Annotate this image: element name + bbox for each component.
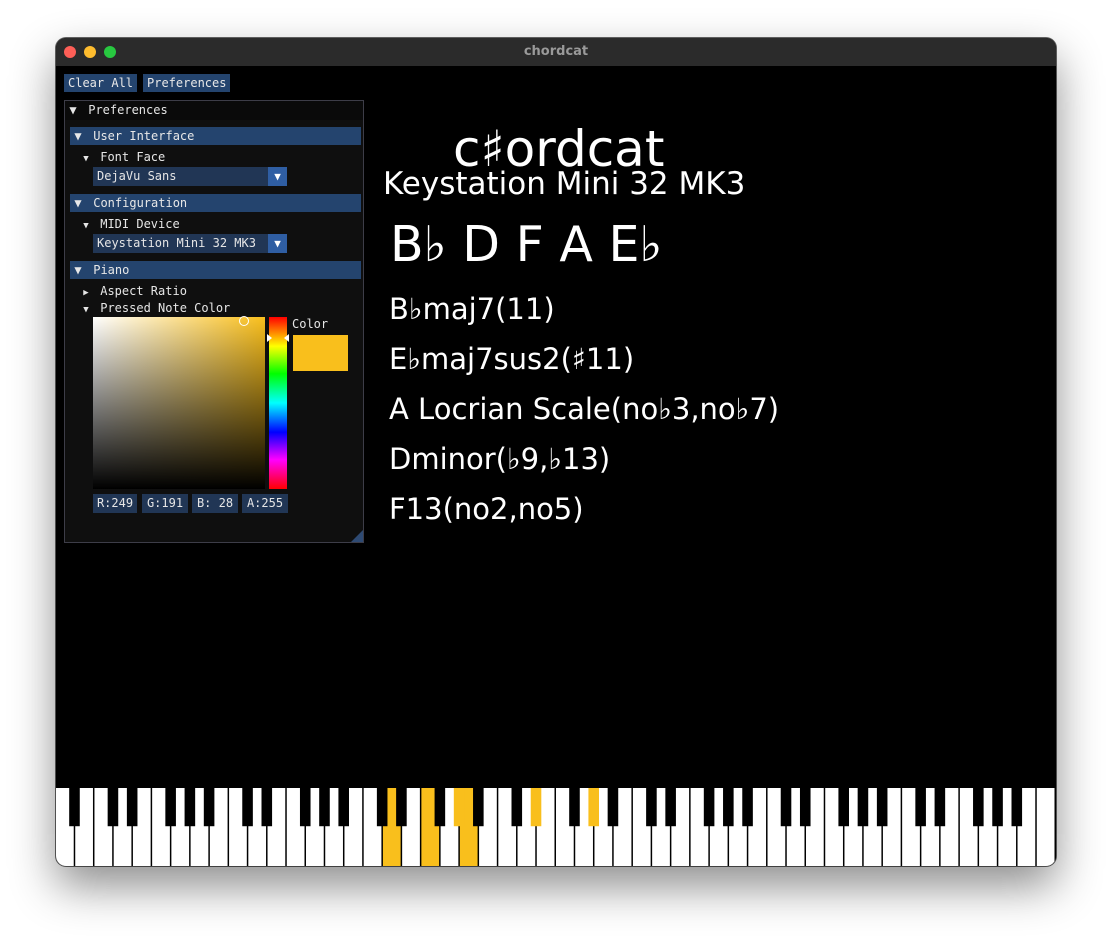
midi-device-name: Keystation Mini 32 MK3 <box>383 166 746 202</box>
red-channel-input[interactable]: R:249 <box>93 494 137 513</box>
app-window: chordcat Clear All Preferences ▼ Prefere… <box>56 38 1056 866</box>
black-key[interactable] <box>723 788 734 827</box>
black-key[interactable] <box>1011 788 1023 827</box>
configuration-header[interactable]: ▼ Configuration <box>70 194 361 212</box>
preferences-panel: ▼ Preferences ▼ User Interface ▼ Font Fa… <box>64 100 364 543</box>
collapse-arrow-icon: ▼ <box>74 129 82 143</box>
white-key[interactable] <box>1036 788 1055 866</box>
collapse-arrow-icon: ▼ <box>83 221 89 231</box>
black-key[interactable] <box>588 788 599 827</box>
midi-device-label: MIDI Device <box>100 217 180 231</box>
collapse-arrow-icon: ▼ <box>74 196 82 210</box>
font-face-label: Font Face <box>100 150 166 164</box>
black-key[interactable] <box>799 788 811 827</box>
black-key[interactable] <box>646 788 657 827</box>
black-key[interactable] <box>780 788 792 827</box>
chord-name: F13(no2,no5) <box>389 492 584 526</box>
black-key[interactable] <box>703 788 715 827</box>
resize-grip-icon[interactable] <box>351 530 363 542</box>
chord-name: B♭maj7(11) <box>389 292 555 326</box>
black-key[interactable] <box>665 788 676 827</box>
main-content: Clear All Preferences ▼ Preferences ▼ Us… <box>56 66 1056 866</box>
color-label: Color <box>292 317 329 331</box>
black-key[interactable] <box>319 788 330 827</box>
font-face-select[interactable]: DejaVu Sans ▼ <box>93 167 287 186</box>
black-key[interactable] <box>242 788 253 827</box>
chord-name: A Locrian Scale(no♭3,no♭7) <box>389 392 780 426</box>
hue-marker-icon <box>284 334 289 342</box>
hue-slider[interactable] <box>269 317 287 489</box>
collapse-arrow-icon: ▼ <box>83 305 89 315</box>
black-key[interactable] <box>338 788 349 827</box>
black-key[interactable] <box>453 788 465 827</box>
black-key[interactable] <box>434 788 446 827</box>
chord-name: Dminor(♭9,♭13) <box>389 442 611 476</box>
piano-keyboard[interactable] <box>56 788 1056 866</box>
color-swatch[interactable] <box>293 335 348 371</box>
black-key[interactable] <box>876 788 888 827</box>
pressed-note-color-label: Pressed Note Color <box>100 301 231 315</box>
black-key[interactable] <box>915 788 926 827</box>
midi-device-node[interactable]: ▼ MIDI Device <box>79 216 180 232</box>
alpha-channel-input[interactable]: A:255 <box>242 494 288 513</box>
dropdown-arrow-icon: ▼ <box>268 234 287 253</box>
clear-all-button[interactable]: Clear All <box>64 74 138 92</box>
preferences-title-label: Preferences <box>88 103 168 117</box>
black-key[interactable] <box>473 788 484 827</box>
black-key[interactable] <box>203 788 215 827</box>
pressed-notes: B♭ D F A E♭ <box>390 216 663 273</box>
expand-arrow-icon: ▶ <box>83 288 89 298</box>
black-key[interactable] <box>511 788 523 827</box>
window-title: chordcat <box>523 44 589 59</box>
black-key[interactable] <box>184 788 196 827</box>
dropdown-arrow-icon: ▼ <box>268 167 287 186</box>
black-key[interactable] <box>742 788 753 827</box>
black-key[interactable] <box>126 788 138 827</box>
midi-device-value: Keystation Mini 32 MK3 <box>97 236 256 250</box>
aspect-ratio-label: Aspect Ratio <box>100 284 187 298</box>
piano-header[interactable]: ▼ Piano <box>70 261 361 279</box>
title-bar: chordcat <box>56 38 1056 67</box>
black-key[interactable] <box>530 788 542 827</box>
chord-name: E♭maj7sus2(♯11) <box>389 342 635 376</box>
user-interface-header[interactable]: ▼ User Interface <box>70 127 361 145</box>
black-key[interactable] <box>376 788 388 827</box>
font-face-node[interactable]: ▼ Font Face <box>79 149 165 165</box>
preferences-button[interactable]: Preferences <box>143 74 231 92</box>
black-key[interactable] <box>299 788 311 827</box>
black-key[interactable] <box>107 788 119 827</box>
aspect-ratio-node[interactable]: ▶ Aspect Ratio <box>79 283 187 299</box>
black-key[interactable] <box>992 788 1003 827</box>
black-key[interactable] <box>569 788 580 827</box>
collapse-arrow-icon: ▼ <box>74 263 82 277</box>
black-key[interactable] <box>857 788 869 827</box>
pressed-note-color-node[interactable]: ▼ Pressed Note Color <box>79 300 230 316</box>
black-key[interactable] <box>261 788 273 827</box>
blue-channel-input[interactable]: B: 28 <box>192 494 238 513</box>
preferences-panel-title[interactable]: ▼ Preferences <box>65 101 363 120</box>
green-channel-input[interactable]: G:191 <box>142 494 188 513</box>
user-interface-label: User Interface <box>93 129 195 143</box>
saturation-value-picker[interactable] <box>93 317 265 489</box>
black-key[interactable] <box>838 788 849 827</box>
black-key[interactable] <box>396 788 407 827</box>
collapse-arrow-icon: ▼ <box>83 154 89 164</box>
font-face-value: DejaVu Sans <box>97 169 177 183</box>
picker-cursor[interactable] <box>239 316 249 326</box>
black-key[interactable] <box>69 788 80 827</box>
black-key[interactable] <box>607 788 619 827</box>
piano-svg <box>56 788 1055 866</box>
piano-label: Piano <box>93 263 130 277</box>
hue-marker-icon <box>267 334 272 342</box>
black-key[interactable] <box>934 788 946 827</box>
black-key[interactable] <box>165 788 176 827</box>
collapse-arrow-icon: ▼ <box>69 103 77 117</box>
configuration-label: Configuration <box>93 196 188 210</box>
black-key[interactable] <box>973 788 984 827</box>
midi-device-select[interactable]: Keystation Mini 32 MK3 ▼ <box>93 234 287 253</box>
